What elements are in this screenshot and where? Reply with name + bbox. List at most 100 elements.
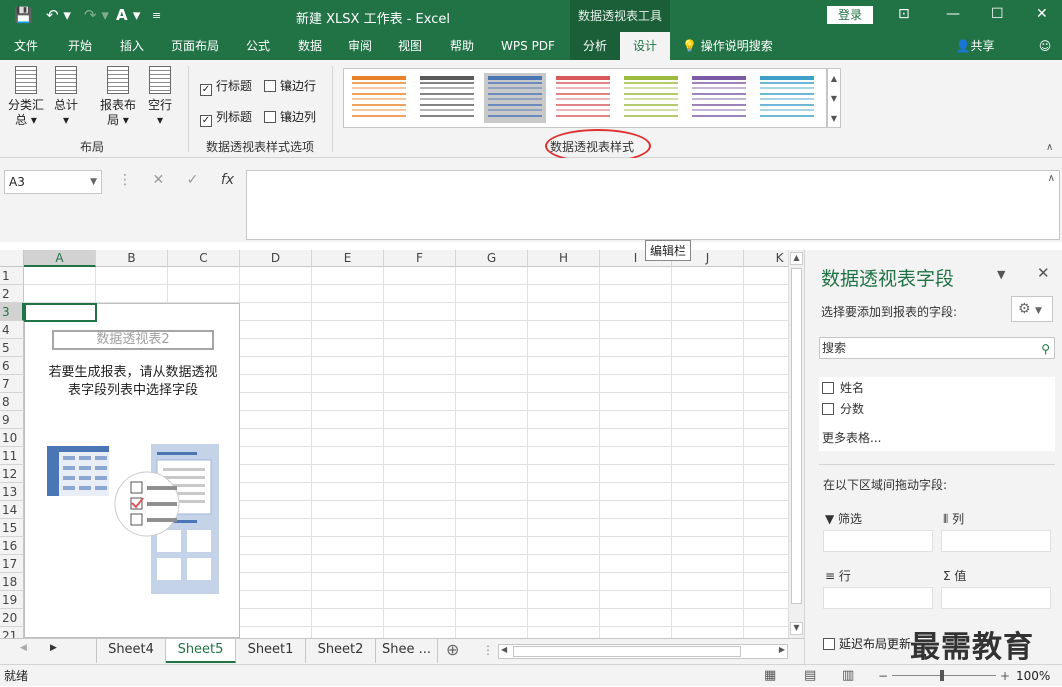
redo-icon[interactable]: ↷ ▾ [84,6,109,24]
tab-help[interactable]: 帮助 [440,32,484,60]
column-header[interactable]: D [240,250,312,267]
vertical-scrollbar[interactable]: ▲ ▼ [788,250,804,638]
row-header[interactable]: 7 [0,375,24,393]
worksheet-grid[interactable]: A B C D E F G H I J K 1 2 3 4 5 6 7 8 9 10 11 12 13 14 15 16 17 18 19… [0,250,788,638]
panel-close-icon[interactable]: ✕ [1037,264,1050,282]
prev-sheet-icon[interactable]: ◀ [20,643,27,653]
zoom-out-icon[interactable]: − [878,665,888,687]
tab-file[interactable]: 文件 [4,32,48,60]
field-score-checkbox[interactable]: 分数 [822,400,864,417]
row-header[interactable]: 17 [0,555,24,573]
smiley-icon[interactable]: ☺ [1034,32,1056,60]
zoom-slider[interactable] [892,675,996,676]
pivot-style-swatch[interactable] [416,73,478,123]
normal-view-icon[interactable]: ▦ [764,665,776,687]
tab-formulas[interactable]: 公式 [236,32,280,60]
values-drop-zone[interactable] [941,587,1051,609]
filter-drop-zone[interactable] [823,530,933,552]
tab-insert[interactable]: 插入 [110,32,154,60]
pivot-style-swatch[interactable] [620,73,682,123]
defer-update-checkbox[interactable]: 延迟布局更新 [823,635,911,652]
banded-rows-checkbox[interactable]: 镶边行 [264,77,316,94]
row-headers-checkbox[interactable]: ✓ 行标题 [200,77,252,96]
page-break-view-icon[interactable]: ▥ [842,665,854,687]
panel-options-icon[interactable]: ▼ [997,268,1005,281]
gallery-more-icon[interactable]: ▼ [828,109,840,129]
grand-totals-button[interactable]: 总计 ▾ [48,66,84,128]
formula-input[interactable]: ∧ [246,170,1060,240]
enter-icon[interactable]: ✓ [187,172,199,188]
cancel-icon[interactable]: ✕ [152,172,164,188]
collapse-ribbon-icon[interactable]: ∧ [1046,142,1053,153]
sheet-tab-more[interactable]: Shee ... [376,639,438,663]
add-sheet-icon[interactable]: ⊕ [446,640,459,659]
column-header[interactable]: E [312,250,384,267]
tab-analyze[interactable]: 分析 [570,32,620,60]
pivot-style-swatch[interactable] [484,73,546,123]
row-header[interactable]: 5 [0,339,24,357]
row-header[interactable]: 12 [0,465,24,483]
sheet-tab-sheet4[interactable]: Sheet4 [96,639,166,663]
select-all[interactable] [0,250,24,267]
expand-formula-icon[interactable]: ∧ [1048,173,1055,184]
tell-me-search[interactable]: 💡 操作说明搜索 [682,32,792,60]
tab-design[interactable]: 设计 [620,32,670,60]
row-header[interactable]: 16 [0,537,24,555]
row-header[interactable]: 13 [0,483,24,501]
pivot-placeholder[interactable]: 数据透视表2 若要生成报表，请从数据透视 表字段列表中选择字段 [24,303,240,638]
insert-function-icon[interactable]: fx [221,172,234,188]
customize-icon[interactable]: ≡ [152,9,161,22]
page-layout-view-icon[interactable]: ▤ [804,665,816,687]
row-header[interactable]: 2 [0,285,24,303]
scroll-down-icon[interactable]: ▼ [790,622,803,635]
banded-columns-checkbox[interactable]: 镶边列 [264,108,316,125]
pivot-style-swatch[interactable] [756,73,818,123]
rows-drop-zone[interactable] [823,587,933,609]
report-layout-button[interactable]: 报表布 局 ▾ [98,66,138,128]
gear-icon[interactable]: ⚙ ▼ [1011,296,1053,322]
pivot-style-swatch[interactable] [688,73,750,123]
scroll-left-icon[interactable]: ◀ [501,645,507,654]
tab-wps-pdf[interactable]: WPS PDF [492,32,564,60]
tab-home[interactable]: 开始 [58,32,102,60]
scroll-right-icon[interactable]: ▶ [779,645,785,654]
h-scroll-thumb[interactable] [513,646,741,657]
close-icon[interactable]: ✕ [1036,6,1048,22]
row-header[interactable]: 8 [0,393,24,411]
row-header[interactable]: 20 [0,609,24,627]
row-header[interactable]: 21 [0,627,24,638]
row-header[interactable]: 3 [0,303,24,321]
blank-rows-button[interactable]: 空行 ▾ [142,66,178,128]
save-icon[interactable]: 💾 [14,6,33,24]
horizontal-scrollbar[interactable]: ◀ ▶ [498,644,788,659]
row-header[interactable]: 18 [0,573,24,591]
row-header[interactable]: 1 [0,267,24,285]
scroll-thumb[interactable] [791,268,802,604]
columns-drop-zone[interactable] [941,530,1051,552]
row-header[interactable]: 9 [0,411,24,429]
column-header[interactable]: K [744,250,788,267]
row-header[interactable]: 4 [0,321,24,339]
active-cell[interactable] [24,303,97,322]
tab-data[interactable]: 数据 [288,32,332,60]
gallery-down-icon[interactable]: ▼ [828,89,840,109]
undo-icon[interactable]: ↶ ▾ [46,6,71,24]
column-headers-checkbox[interactable]: ✓ 列标题 [200,108,252,127]
column-header[interactable]: C [168,250,240,267]
row-header[interactable]: 6 [0,357,24,375]
field-search-input[interactable]: 搜索 ⚲ [819,337,1055,359]
field-name-checkbox[interactable]: 姓名 [822,379,864,396]
font-color-icon[interactable]: A ▾ [116,6,140,24]
tab-page-layout[interactable]: 页面布局 [164,32,226,60]
column-header[interactable]: A [24,250,96,267]
ribbon-display-icon[interactable]: ⊡ [898,6,910,22]
zoom-in-icon[interactable]: + [1000,665,1010,687]
row-header[interactable]: 15 [0,519,24,537]
sheet-tab-sheet5[interactable]: Sheet5 [166,639,236,663]
gallery-scroll[interactable]: ▲ ▼ ▼ [827,68,841,128]
row-header[interactable]: 11 [0,447,24,465]
name-box-dropdown-icon[interactable]: ▼ [90,171,97,193]
name-box[interactable]: A3 ▼ [4,170,102,194]
column-header[interactable]: G [456,250,528,267]
minimize-icon[interactable]: — [946,6,960,22]
